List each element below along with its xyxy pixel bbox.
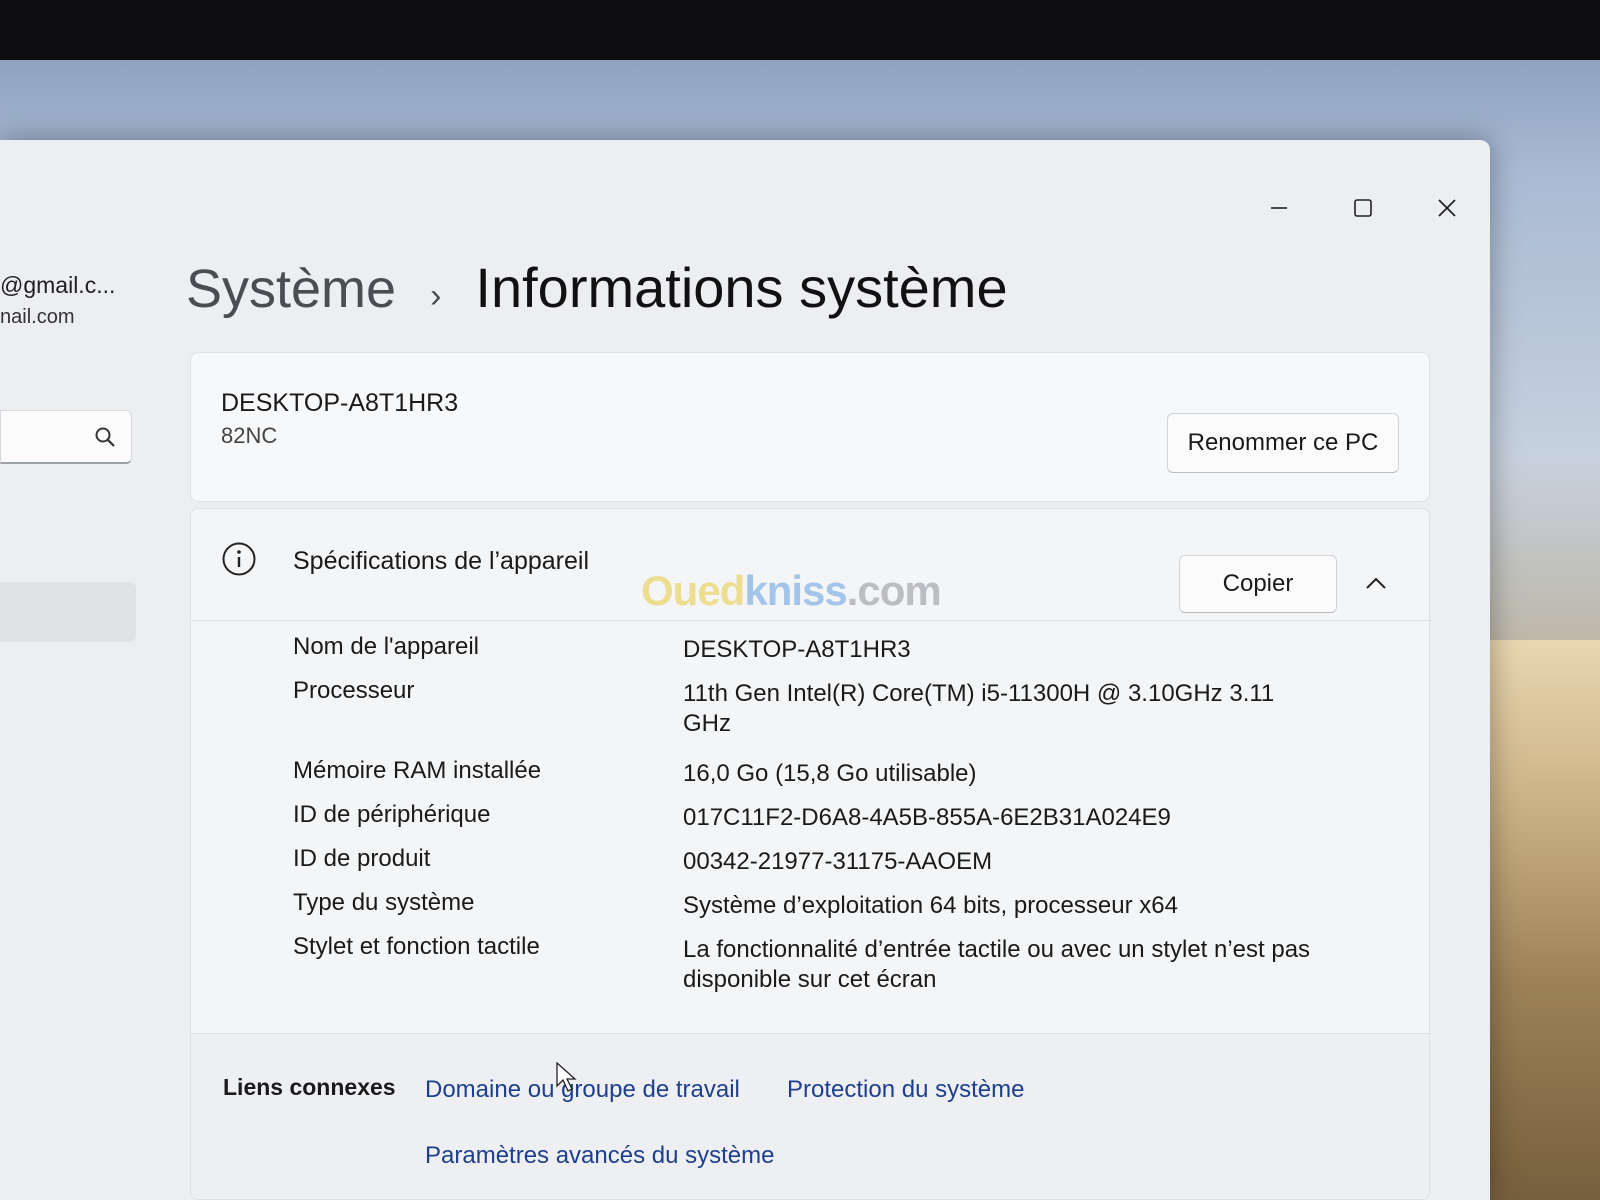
device-name: DESKTOP-A8T1HR3 bbox=[221, 389, 459, 417]
close-button[interactable] bbox=[1424, 188, 1470, 228]
spec-value-product-id[interactable]: 00342-21977-31175-AAOEM bbox=[683, 847, 1323, 877]
spec-value-device-name[interactable]: DESKTOP-A8T1HR3 bbox=[683, 635, 1323, 665]
watermark-part-3: .com bbox=[846, 567, 942, 614]
link-advanced-system-settings[interactable]: Paramètres avancés du système bbox=[425, 1142, 775, 1170]
close-icon bbox=[1438, 199, 1456, 217]
device-specs-card: Spécifications de l’appareil Ouedkniss.c… bbox=[190, 508, 1430, 1200]
device-name-card: DESKTOP-A8T1HR3 82NC Renommer ce PC bbox=[190, 352, 1430, 502]
device-model: 82NC bbox=[221, 423, 278, 448]
spec-label-system-type: Type du système bbox=[293, 889, 475, 916]
chevron-right-icon: › bbox=[430, 277, 442, 315]
link-system-protection[interactable]: Protection du système bbox=[787, 1076, 1024, 1104]
mouse-cursor-icon bbox=[556, 1062, 577, 1092]
chevron-up-icon[interactable] bbox=[1363, 571, 1389, 597]
spec-value-device-id[interactable]: 017C11F2-D6A8-4A5B-855A-6E2B31A024E9 bbox=[683, 803, 1323, 833]
specs-header[interactable]: Spécifications de l’appareil Ouedkniss.c… bbox=[191, 509, 1429, 621]
account-email-secondary: nail.com bbox=[0, 306, 75, 328]
spec-value-processor[interactable]: 11th Gen Intel(R) Core(TM) i5-11300H @ 3… bbox=[683, 679, 1323, 739]
related-links-label: Liens connexes bbox=[223, 1074, 396, 1100]
breadcrumb-parent[interactable]: Système bbox=[186, 258, 396, 320]
maximize-icon bbox=[1354, 199, 1372, 217]
specs-title: Spécifications de l’appareil bbox=[293, 547, 590, 575]
search-input[interactable] bbox=[0, 410, 132, 464]
link-domain-workgroup[interactable]: Domaine ou groupe de travail bbox=[425, 1076, 740, 1104]
spec-label-processor: Processeur bbox=[293, 677, 415, 704]
spec-value-ram[interactable]: 16,0 Go (15,8 Go utilisable) bbox=[683, 759, 1323, 789]
sidebar-item-system[interactable] bbox=[0, 582, 136, 642]
window-controls bbox=[1256, 188, 1470, 228]
minimize-icon bbox=[1271, 207, 1287, 209]
account-email: @gmail.c... bbox=[0, 272, 116, 298]
spec-label-device-name: Nom de l'appareil bbox=[293, 633, 480, 660]
spec-value-system-type[interactable]: Système d’exploitation 64 bits, processe… bbox=[683, 891, 1323, 921]
spec-label-pen-touch: Stylet et fonction tactile bbox=[293, 933, 540, 960]
copy-button[interactable]: Copier bbox=[1179, 555, 1337, 613]
search-icon bbox=[95, 427, 115, 447]
spec-label-product-id: ID de produit bbox=[293, 845, 431, 872]
maximize-button[interactable] bbox=[1340, 188, 1386, 228]
related-links: Liens connexes Domaine ou groupe de trav… bbox=[191, 1033, 1429, 1199]
spec-value-pen-touch[interactable]: La fonctionnalité d’entrée tactile ou av… bbox=[683, 935, 1323, 995]
watermark-part-1: Oued bbox=[641, 567, 745, 614]
spec-label-ram: Mémoire RAM installée bbox=[293, 757, 542, 784]
info-icon bbox=[222, 542, 256, 576]
page-title: Informations système bbox=[475, 256, 1008, 319]
breadcrumb: Système › Informations système bbox=[186, 255, 1008, 320]
minimize-button[interactable] bbox=[1256, 188, 1302, 228]
watermark-logo: Ouedkniss.com bbox=[641, 567, 942, 615]
settings-window: @gmail.c... nail.com Système › Informati… bbox=[0, 140, 1490, 1200]
watermark-part-2: kniss bbox=[744, 567, 847, 614]
rename-pc-button[interactable]: Renommer ce PC bbox=[1167, 413, 1399, 473]
spec-label-device-id: ID de périphérique bbox=[293, 801, 491, 828]
